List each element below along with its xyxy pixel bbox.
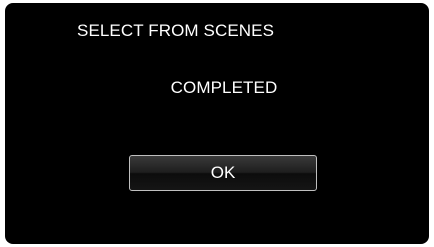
status-message: COMPLETED: [170, 78, 278, 97]
screen-title: SELECT FROM SCENES: [77, 21, 275, 40]
camera-screen: SELECT FROM SCENES COMPLETED OK: [5, 3, 429, 244]
ok-button[interactable]: OK: [129, 155, 317, 191]
